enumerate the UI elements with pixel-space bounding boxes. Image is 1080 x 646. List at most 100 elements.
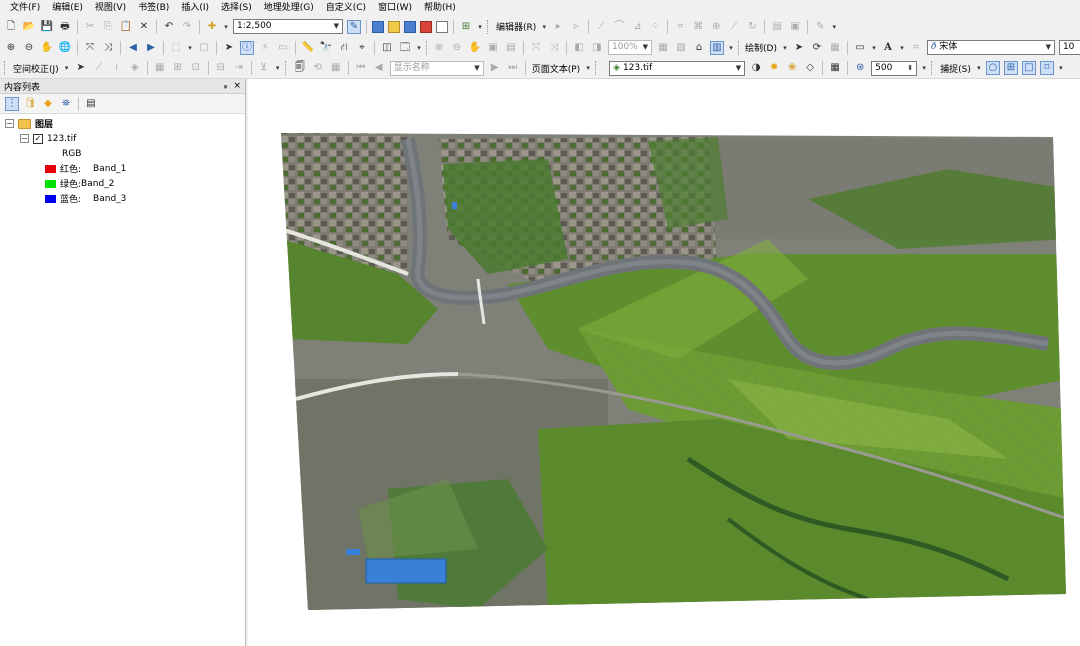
toolbar-grip[interactable] — [595, 61, 598, 75]
copy-icon[interactable]: ⎘ — [101, 20, 115, 34]
map-canvas[interactable] — [248, 79, 1080, 646]
select-features-icon[interactable]: ⬚ — [169, 41, 183, 55]
transparency-icon[interactable]: ❀ — [785, 61, 799, 75]
adjustment-preview-icon[interactable]: ⊻ — [257, 61, 271, 75]
edge-snapping-icon[interactable]: ⌑ — [1039, 61, 1054, 75]
chevron-down-icon[interactable]: ▾ — [976, 61, 982, 75]
swipe-icon[interactable]: ◇ — [803, 61, 817, 75]
layout-zoom-percent-select[interactable]: 100% ▼ — [608, 40, 652, 55]
create-viewer-window-icon[interactable]: 🗔 — [398, 41, 412, 55]
fixed-zoom-out-icon[interactable]: ⤨ — [101, 41, 115, 55]
last-page-icon[interactable]: ⏭ — [506, 61, 520, 75]
zoom-out-icon[interactable]: ⊖ — [22, 41, 36, 55]
editor-menu[interactable]: 编辑器(R) — [496, 20, 536, 33]
multiple-displacement-links-icon[interactable]: ◈ — [128, 61, 142, 75]
list-by-selection-icon[interactable]: ⛯ — [59, 97, 73, 111]
chevron-down-icon[interactable]: ▾ — [728, 41, 734, 55]
edge-match-icon[interactable]: ⊟ — [214, 61, 228, 75]
toolbar-grip[interactable] — [4, 61, 7, 75]
list-by-source-icon[interactable]: 🛢 — [23, 97, 37, 111]
open-folder-icon[interactable]: 📂 — [22, 20, 36, 34]
zoom-whole-page-icon[interactable]: ▣ — [486, 41, 500, 55]
map-scale-select[interactable]: 1:2,500 ▼ — [233, 19, 343, 34]
measure-icon[interactable]: 📏 — [301, 41, 315, 55]
close-icon[interactable]: × — [233, 81, 241, 91]
band-color-swatch[interactable] — [45, 179, 56, 188]
image-layer-select[interactable]: ◈ 123.tif ▼ — [609, 60, 746, 76]
save-icon[interactable]: 💾 — [40, 20, 54, 34]
draw-menu[interactable]: 绘制(D) — [745, 41, 777, 54]
select-elements-icon[interactable]: ➤ — [222, 41, 236, 55]
editor-toolbar-icon[interactable]: ✎ — [347, 19, 361, 34]
html-popup-icon[interactable]: ▭ — [276, 41, 290, 55]
edit-vertices-icon[interactable]: ⌗ — [673, 20, 687, 34]
view-link-table-icon[interactable]: ▦ — [153, 61, 167, 75]
font-size-select[interactable]: 10▼ — [1058, 40, 1080, 55]
list-by-visibility-icon[interactable]: ◆ — [41, 97, 55, 111]
next-page-icon[interactable]: ▶ — [488, 61, 502, 75]
catalog-icon[interactable] — [388, 20, 400, 33]
open-time-slider-icon[interactable]: ◫ — [380, 41, 394, 55]
add-data-icon[interactable]: ✚ — [205, 20, 219, 34]
attributes-icon[interactable]: ▤ — [770, 20, 784, 34]
menu-item[interactable]: 编辑(E) — [46, 0, 89, 16]
go-back-icon[interactable]: ◀ — [126, 41, 140, 55]
focus-data-frame-icon[interactable]: ▧ — [674, 41, 688, 55]
menu-item[interactable]: 文件(F) — [4, 0, 46, 16]
toolbar-grip[interactable] — [931, 61, 934, 75]
chevron-down-icon[interactable]: ▾ — [831, 20, 837, 34]
georef-toolbar-icon[interactable]: ▦ — [828, 61, 842, 75]
full-extent-icon[interactable]: 🌐 — [58, 41, 72, 55]
identify-icon[interactable]: ⓘ — [240, 40, 254, 55]
chevron-down-icon[interactable]: ▾ — [899, 41, 905, 55]
select-elements-adjust-icon[interactable]: ➤ — [74, 61, 88, 75]
chevron-down-icon[interactable]: ▾ — [275, 61, 281, 75]
split-tool-icon[interactable]: ⟋ — [727, 20, 741, 34]
resolution-icon[interactable]: ⊛ — [853, 61, 867, 75]
go-back-extent-icon[interactable]: ◧ — [572, 41, 586, 55]
sketch-properties-icon[interactable]: ▣ — [788, 20, 802, 34]
delete-icon[interactable]: ✕ — [137, 20, 151, 34]
chevron-down-icon[interactable]: ▾ — [541, 20, 547, 34]
pan-icon[interactable]: ✋ — [40, 41, 54, 55]
attribute-transfer-icon[interactable]: ⇥ — [232, 61, 246, 75]
menu-item[interactable]: 选择(S) — [215, 0, 258, 16]
new-document-icon[interactable]: 🗋 — [4, 20, 18, 34]
edit-tool-icon[interactable]: ▸ — [551, 20, 565, 34]
spatial-adjustment-menu[interactable]: 空间校正(J) — [13, 62, 59, 75]
layout-pan-icon[interactable]: ✋ — [468, 41, 482, 55]
chevron-down-icon[interactable]: ▾ — [871, 41, 877, 55]
arctoolbox-icon[interactable] — [420, 20, 432, 33]
map-display[interactable] — [248, 79, 1080, 646]
cut-polygons-icon[interactable]: ⊕ — [709, 20, 723, 34]
rectangle-icon[interactable]: ▭ — [853, 41, 867, 55]
table-of-contents-icon[interactable] — [372, 20, 384, 33]
first-page-icon[interactable]: ⏮ — [354, 61, 368, 75]
previous-page-icon[interactable]: ◀ — [372, 61, 386, 75]
change-layout-icon[interactable]: ⌂ — [692, 41, 706, 55]
fixed-zoom-in-icon[interactable]: ⤧ — [83, 41, 97, 55]
band-legend-row[interactable]: 绿色: Band_2 — [0, 176, 245, 191]
undo-icon[interactable]: ↶ — [162, 20, 176, 34]
toolbar-grip[interactable] — [426, 40, 427, 55]
toolbar-grip[interactable] — [738, 40, 739, 55]
brightness-icon[interactable]: ✸ — [767, 61, 781, 75]
toggle-draft-mode-icon[interactable]: ▦ — [656, 41, 670, 55]
select-elements-arrow-icon[interactable]: ➤ — [792, 41, 806, 55]
font-name-select[interactable]: ð 宋体 ▼ — [926, 40, 1055, 55]
rotate-tool-icon[interactable]: ↻ — [745, 20, 759, 34]
rotate-element-icon[interactable]: ⟳ — [810, 41, 824, 55]
raster-layer-row[interactable]: − ✓ 123.tif — [0, 131, 245, 146]
display-name-select[interactable]: 显示名称 ▼ — [389, 60, 484, 76]
hyperlink-icon[interactable]: ⚡ — [258, 41, 272, 55]
list-by-drawing-order-icon[interactable]: ⋮ — [5, 96, 19, 111]
band-legend-row[interactable]: 红色: Band_1 — [0, 161, 245, 176]
text-icon[interactable]: A — [881, 41, 895, 55]
layout-zoom-in-icon[interactable]: ⊕ — [432, 41, 446, 55]
vertex-snapping-icon[interactable]: □ — [1021, 61, 1036, 75]
band-color-swatch[interactable] — [45, 164, 56, 173]
band-color-swatch[interactable] — [45, 194, 56, 203]
zoom-100-icon[interactable]: ▤ — [504, 41, 518, 55]
modelbuilder-icon[interactable]: ⊞ — [459, 20, 473, 34]
find-route-icon[interactable]: ⛙ — [337, 41, 351, 55]
